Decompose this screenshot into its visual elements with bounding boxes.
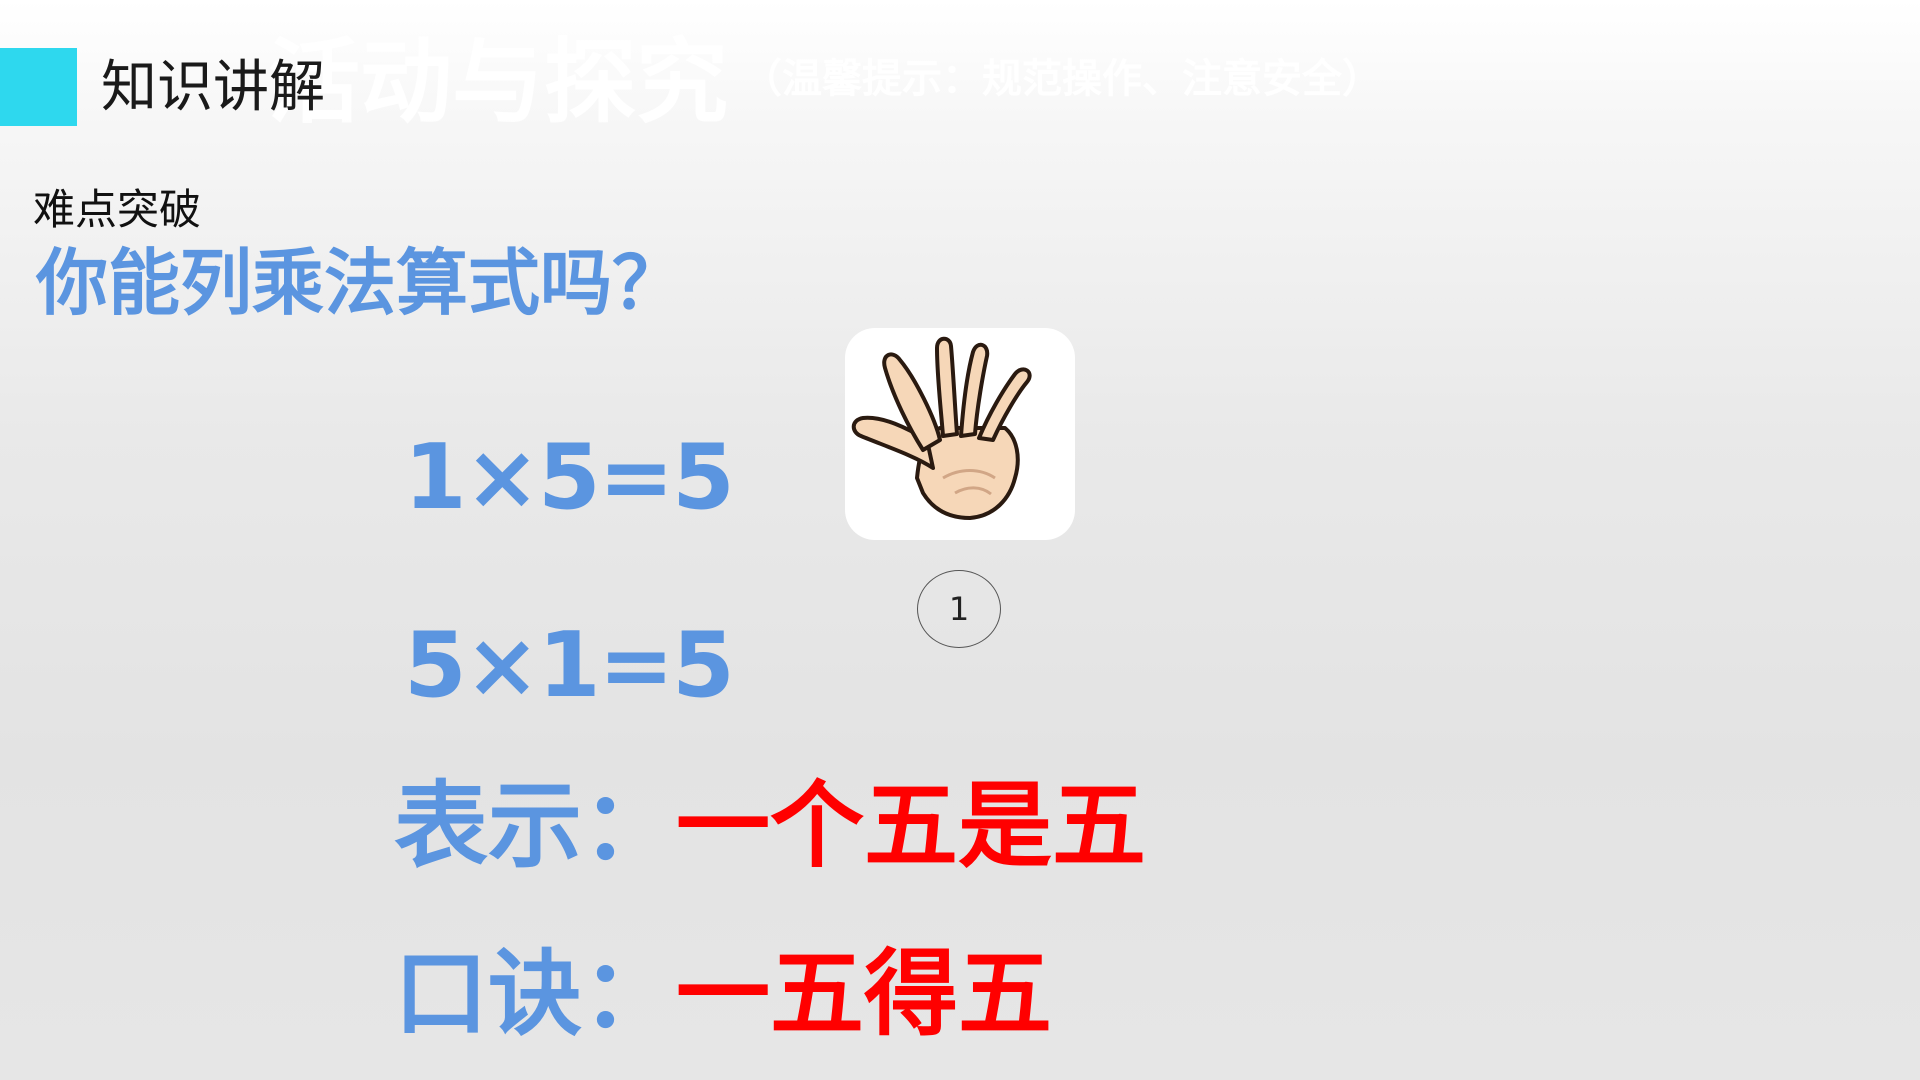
rhyme-label: 口诀： bbox=[394, 940, 677, 1049]
background-watermark-title: 活动与探究 （温馨提示：规范操作、注意安全） bbox=[268, 8, 1382, 141]
background-title-hint: （温馨提示：规范操作、注意安全） bbox=[742, 55, 1383, 102]
meaning-label: 表示： bbox=[394, 772, 677, 881]
meaning-value: 一个五是五 bbox=[676, 772, 1147, 881]
rhyme-row: 口诀：一五得五 bbox=[394, 940, 1052, 1050]
image-number-badge: 1 bbox=[917, 570, 1001, 648]
section-title: 知识讲解 bbox=[101, 55, 325, 120]
question-heading: 你能列乘法算式吗？ bbox=[36, 241, 685, 325]
background-title-main: 活动与探究 bbox=[268, 29, 729, 136]
slide: 活动与探究 （温馨提示：规范操作、注意安全） 知识讲解 难点突破 你能列乘法算式吗… bbox=[0, 0, 1920, 1080]
hand-image-card bbox=[845, 328, 1075, 540]
subheading: 难点突破 bbox=[33, 185, 202, 234]
equation-2: 5×1=5 bbox=[404, 613, 735, 718]
meaning-row: 表示：一个五是五 bbox=[394, 772, 1146, 882]
rhyme-value: 一五得五 bbox=[676, 940, 1053, 1049]
section-accent-block bbox=[0, 48, 77, 126]
open-hand-five-fingers-icon bbox=[851, 336, 1032, 520]
equation-1: 1×5=5 bbox=[404, 425, 735, 530]
